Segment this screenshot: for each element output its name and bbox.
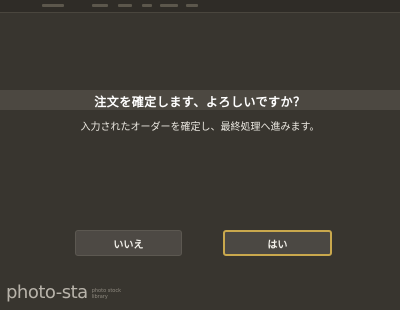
toolbar-item (118, 4, 132, 7)
dialog-message: 入力されたオーダーを確定し、最終処理へ進みます。 (80, 122, 320, 133)
toolbar-item (186, 4, 198, 7)
top-toolbar (0, 0, 400, 13)
watermark-tagline-line2: library (91, 294, 108, 300)
toolbar-item (142, 4, 152, 7)
confirm-button[interactable]: はい (223, 230, 332, 256)
watermark-tagline: photo stock library (92, 288, 121, 302)
watermark-logo: photo-sta photo stock library (6, 282, 121, 302)
watermark-brand: photo-sta (6, 282, 88, 303)
cancel-button[interactable]: いいえ (75, 230, 182, 256)
dialog-title: 注文を確定します、よろしいですか？ (94, 95, 306, 109)
toolbar-item (42, 4, 64, 7)
toolbar-item (160, 4, 178, 7)
toolbar-item (92, 4, 108, 7)
